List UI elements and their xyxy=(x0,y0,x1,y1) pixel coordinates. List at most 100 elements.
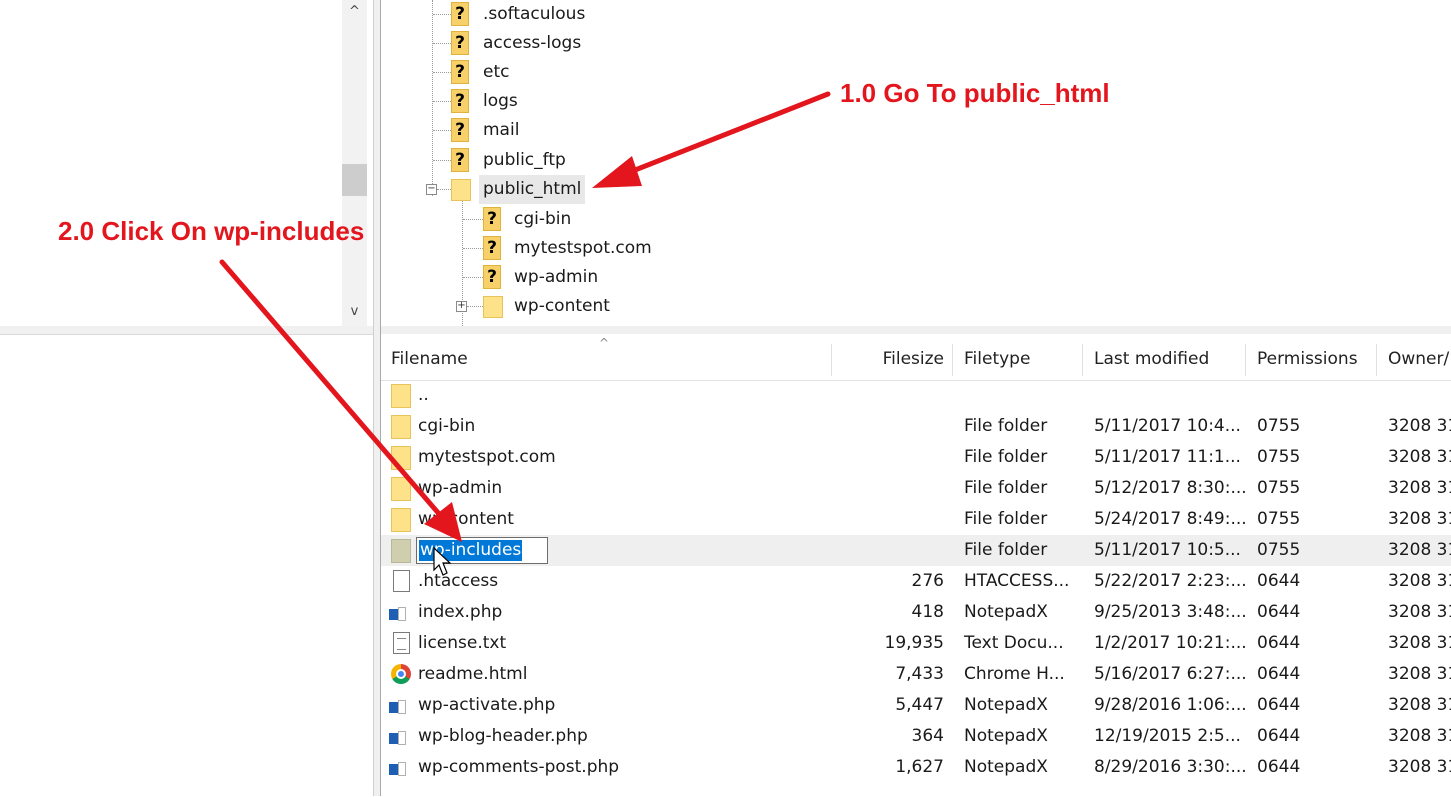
tree-node-label: .softaculous xyxy=(483,4,586,24)
column-last-modified[interactable]: Last modified xyxy=(1094,338,1209,380)
file-type: NotepadX xyxy=(964,757,1048,777)
file-owner: 3208 31 xyxy=(1388,571,1451,591)
tree-node-softaculous[interactable]: ? .softaculous xyxy=(383,0,983,29)
file-row-parent[interactable]: .. xyxy=(381,380,1451,411)
column-filesize[interactable]: Filesize xyxy=(831,338,944,380)
file-type: Text Docu... xyxy=(964,633,1064,653)
file-permissions: 0644 xyxy=(1257,695,1301,715)
file-type: NotepadX xyxy=(964,602,1048,622)
file-type: File folder xyxy=(964,416,1048,436)
tree-node-label: public_html xyxy=(479,175,586,204)
file-owner: 3208 31 xyxy=(1388,602,1451,622)
file-name: .htaccess xyxy=(418,571,499,591)
local-file-list-pane xyxy=(0,334,373,797)
horizontal-splitter[interactable] xyxy=(0,326,1451,334)
file-row[interactable]: wp-comments-post.php 1,627 NotepadX 8/29… xyxy=(381,752,1451,783)
tree-node-public-ftp[interactable]: ? public_ftp xyxy=(383,146,983,175)
file-modified: 9/28/2016 1:06:... xyxy=(1094,695,1247,715)
remote-file-list: ^ Filename Filesize Filetype Last modifi… xyxy=(381,334,1451,796)
tree-connector xyxy=(433,101,451,102)
file-size: 1,627 xyxy=(895,757,944,777)
column-divider[interactable] xyxy=(1376,344,1377,376)
file-type: NotepadX xyxy=(964,695,1048,715)
file-type: Chrome H... xyxy=(964,664,1065,684)
tree-node-label: wp-admin xyxy=(514,267,599,287)
column-divider[interactable] xyxy=(952,344,953,376)
file-permissions: 0644 xyxy=(1257,571,1301,591)
column-divider[interactable] xyxy=(1082,344,1083,376)
file-row[interactable]: index.php 418 NotepadX 9/25/2013 3:48:..… xyxy=(381,597,1451,628)
tree-connector xyxy=(433,43,451,44)
file-name: index.php xyxy=(418,602,503,622)
column-filename[interactable]: Filename xyxy=(391,338,468,380)
column-permissions[interactable]: Permissions xyxy=(1257,338,1358,380)
tree-node-mytestspot[interactable]: ? mytestspot.com xyxy=(383,234,983,263)
collapse-icon[interactable]: − xyxy=(426,184,437,195)
remote-directory-tree: ? .softaculous ? access-logs ? etc ? log… xyxy=(383,0,1451,326)
tree-node-cgi-bin[interactable]: ? cgi-bin xyxy=(383,205,983,234)
file-row[interactable]: readme.html 7,433 Chrome H... 5/16/2017 … xyxy=(381,659,1451,690)
column-divider[interactable] xyxy=(1245,344,1246,376)
file-permissions: 0755 xyxy=(1257,540,1301,560)
folder-icon xyxy=(391,384,411,408)
unknown-folder-icon: ? xyxy=(451,31,469,55)
tree-node-access-logs[interactable]: ? access-logs xyxy=(383,29,983,58)
scrollbar-thumb[interactable] xyxy=(342,164,367,196)
vertical-splitter[interactable] xyxy=(373,0,381,796)
tree-node-label: public_ftp xyxy=(483,150,566,170)
tree-node-label: logs xyxy=(483,91,518,111)
file-name: .. xyxy=(418,385,429,405)
file-owner: 3208 31 xyxy=(1388,540,1451,560)
file-row[interactable]: wp-admin File folder 5/12/2017 8:30:... … xyxy=(381,473,1451,504)
file-row[interactable]: license.txt 19,935 Text Docu... 1/2/2017… xyxy=(381,628,1451,659)
tree-connector xyxy=(463,219,483,220)
scroll-down-button[interactable]: v xyxy=(342,300,367,324)
file-type: HTACCESS... xyxy=(964,571,1070,591)
file-row[interactable]: cgi-bin File folder 5/11/2017 10:4... 07… xyxy=(381,411,1451,442)
php-file-icon xyxy=(389,607,406,621)
tree-node-public-html[interactable]: − public_html xyxy=(383,175,983,204)
expand-icon[interactable]: + xyxy=(456,301,467,312)
tree-connector xyxy=(437,189,451,190)
file-row[interactable]: wp-activate.php 5,447 NotepadX 9/28/2016… xyxy=(381,690,1451,721)
file-permissions: 0644 xyxy=(1257,633,1301,653)
column-filetype[interactable]: Filetype xyxy=(964,338,1030,380)
file-type: File folder xyxy=(964,447,1048,467)
file-size: 19,935 xyxy=(884,633,944,653)
text-file-icon xyxy=(393,632,410,654)
unknown-folder-icon: ? xyxy=(451,148,469,172)
tree-node-label: etc xyxy=(483,62,510,82)
rename-input[interactable]: wp-includes xyxy=(416,537,548,564)
column-owner[interactable]: Owner/ xyxy=(1388,338,1449,380)
file-list-header: ^ Filename Filesize Filetype Last modifi… xyxy=(381,336,1451,381)
file-row[interactable]: mytestspot.com File folder 5/11/2017 11:… xyxy=(381,442,1451,473)
tree-node-wp-content[interactable]: + wp-content xyxy=(383,292,983,321)
tree-connector xyxy=(433,160,451,161)
file-owner: 3208 31 xyxy=(1388,726,1451,746)
file-row[interactable]: wp-content File folder 5/24/2017 8:49:..… xyxy=(381,504,1451,535)
file-permissions: 0644 xyxy=(1257,664,1301,684)
unknown-folder-icon: ? xyxy=(451,89,469,113)
file-row[interactable]: .htaccess 276 HTACCESS... 5/22/2017 2:23… xyxy=(381,566,1451,597)
tree-connector xyxy=(433,72,451,73)
tree-node-mail[interactable]: ? mail xyxy=(383,116,983,145)
file-type: File folder xyxy=(964,478,1048,498)
unknown-folder-icon: ? xyxy=(483,236,501,260)
file-modified: 5/16/2017 6:27:... xyxy=(1094,664,1247,684)
file-size: 364 xyxy=(911,726,944,746)
local-tree-scrollbar[interactable]: ^ v xyxy=(342,0,367,326)
file-row-selected[interactable]: wp-includes File folder 5/11/2017 10:5..… xyxy=(381,535,1451,566)
folder-icon xyxy=(391,446,411,470)
scroll-up-button[interactable]: ^ xyxy=(342,0,367,24)
php-file-icon xyxy=(389,762,406,776)
folder-icon xyxy=(391,508,411,532)
file-name: mytestspot.com xyxy=(418,447,556,467)
file-permissions: 0755 xyxy=(1257,416,1301,436)
file-row[interactable]: wp-blog-header.php 364 NotepadX 12/19/20… xyxy=(381,721,1451,752)
file-name: license.txt xyxy=(418,633,507,653)
file-modified: 5/12/2017 8:30:... xyxy=(1094,478,1247,498)
file-modified: 1/2/2017 10:21:... xyxy=(1094,633,1247,653)
file-name: wp-admin xyxy=(418,478,503,498)
tree-node-wp-admin[interactable]: ? wp-admin xyxy=(383,263,983,292)
sort-ascending-icon: ^ xyxy=(599,336,610,350)
